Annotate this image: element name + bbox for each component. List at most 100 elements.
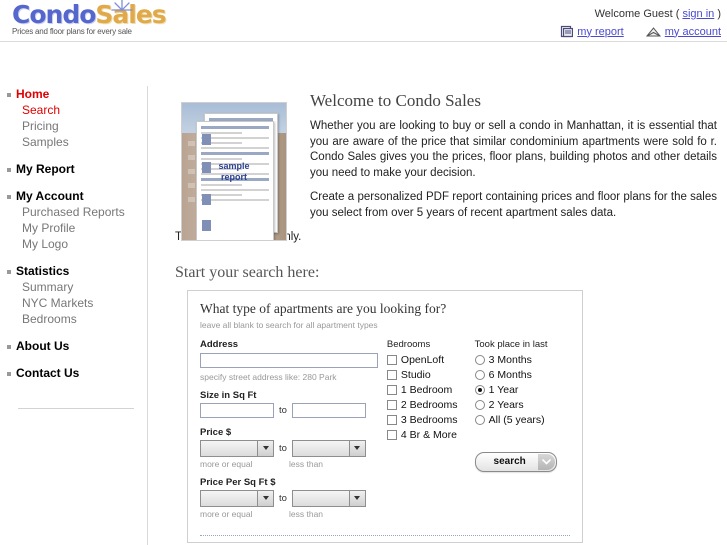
sidebar-group-my-account: My Account Purchased Reports My Profile My … <box>0 188 146 261</box>
bedroom-option-row[interactable]: 4 Br & More <box>386 428 475 441</box>
sidebar-item-summary[interactable]: Summary <box>0 279 146 295</box>
sidebar-item-my-profile[interactable]: My Profile <box>0 220 146 236</box>
checkbox-icon[interactable] <box>386 429 397 440</box>
sidebar-group-label: Contact Us <box>16 366 80 380</box>
bedroom-option-row[interactable]: 1 Bedroom <box>386 384 475 396</box>
checkbox-icon[interactable] <box>386 354 397 365</box>
search-button[interactable]: search <box>474 451 557 472</box>
sidebar-item-purchased-reports[interactable]: Purchased Reports <box>0 204 146 220</box>
sidebar-item-statistics[interactable]: Statistics <box>0 263 146 279</box>
sidebar-group-my-report: My Report <box>0 161 146 186</box>
my-account-link[interactable]: my account <box>665 26 721 38</box>
size-from-input[interactable] <box>200 402 274 418</box>
sample-report-caption: sample report <box>204 161 264 183</box>
sidebar-item-contact-us[interactable]: Contact Us <box>0 365 146 381</box>
account-links: my report my account <box>560 25 721 38</box>
bullet-icon <box>7 168 11 172</box>
size-to-input[interactable] <box>291 402 366 418</box>
ppsf-to-label: to <box>279 492 287 504</box>
bedroom-option-label: 4 Br & More <box>400 428 457 441</box>
sidebar-item-nyc-markets[interactable]: NYC Markets <box>0 295 146 311</box>
period-option-row[interactable]: 1 Year <box>474 383 570 396</box>
chevron-down-icon <box>257 440 273 456</box>
sidebar-group-about-us: About Us <box>0 338 146 363</box>
period-option-row[interactable]: All (5 years) <box>474 413 570 426</box>
sidebar-item-my-report[interactable]: My Report <box>0 161 146 177</box>
sidebar-item-pricing[interactable]: Pricing <box>0 118 146 134</box>
bedroom-option-row[interactable]: 3 Bedrooms <box>386 414 475 426</box>
price-to-select[interactable] <box>291 439 366 457</box>
sidebar-group-contact-us: Contact Us <box>0 365 146 390</box>
size-label: Size in Sq Ft <box>200 389 257 401</box>
sidebar-group-label: Statistics <box>16 264 70 278</box>
bedroom-option-row[interactable]: OpenLoft <box>386 354 475 366</box>
sample-report-image[interactable]: sample report <box>181 102 287 241</box>
sparkle-icon <box>111 0 133 11</box>
checkbox-icon[interactable] <box>386 399 397 410</box>
address-input[interactable] <box>200 352 378 368</box>
radio-icon[interactable] <box>474 399 485 410</box>
sidebar-group-statistics: Statistics Summary NYC Markets Bedrooms <box>0 263 146 336</box>
page-root: CondoSales Prices and floor plans for ev… <box>0 0 727 545</box>
ppsf-label: Price Per Sq Ft $ <box>200 476 276 488</box>
bedrooms-group: Bedrooms OpenLoft Studio 1 Bedroom 2 Bedroo… <box>386 339 475 527</box>
site-logo[interactable]: CondoSales Prices and floor plans for ev… <box>12 0 167 36</box>
ppsf-from-select[interactable] <box>200 489 274 507</box>
size-to-label: to <box>279 404 287 416</box>
sidebar-item-home[interactable]: Home <box>0 86 146 102</box>
period-option-row[interactable]: 6 Months <box>474 368 570 381</box>
header-divider <box>0 41 727 42</box>
period-option-label: 2 Years <box>488 398 524 411</box>
sidebar-group-label: My Report <box>16 162 75 176</box>
sidebar-item-bedrooms[interactable]: Bedrooms <box>0 311 146 327</box>
period-option-row[interactable]: 3 Months <box>474 354 570 366</box>
period-option-label: All (5 years) <box>488 413 545 426</box>
search-top-hint: leave all blank to search for all apartm… <box>200 319 378 330</box>
checkbox-icon[interactable] <box>386 384 397 395</box>
bedroom-option-label: 2 Bedrooms <box>400 398 458 411</box>
bullet-icon <box>7 270 11 274</box>
radio-icon[interactable] <box>474 354 485 365</box>
sidebar-item-my-account[interactable]: My Account <box>0 188 146 204</box>
bedroom-option-row[interactable]: Studio <box>386 369 475 381</box>
price-from-select[interactable] <box>200 439 274 457</box>
bedroom-option-row[interactable]: 2 Bedrooms <box>386 398 475 411</box>
radio-icon[interactable] <box>474 369 485 380</box>
page-header: CondoSales Prices and floor plans for ev… <box>0 0 727 42</box>
search-question: What type of apartments are you looking … <box>200 300 447 316</box>
radio-icon[interactable] <box>474 414 485 425</box>
sample-caption-line1: sample <box>218 161 250 171</box>
period-option-label: 1 Year <box>488 383 519 396</box>
welcome-suffix: ) <box>717 8 721 20</box>
address-hint: specify street address like: 280 Park <box>200 371 337 382</box>
ppsf-hint-right: less than <box>289 508 324 519</box>
sign-in-link[interactable]: sign in <box>682 8 714 20</box>
logo-text-condo: Condo <box>12 0 96 29</box>
ppsf-to-select[interactable] <box>291 489 366 507</box>
price-label: Price $ <box>200 426 232 438</box>
ppsf-hint-left: more or equal <box>200 508 253 519</box>
sidebar-item-search[interactable]: Search <box>0 102 146 118</box>
period-label: Took place in last <box>474 338 548 350</box>
period-group: Took place in last 3 Months 6 Months 1 Yea… <box>474 338 570 527</box>
sidebar-item-my-logo[interactable]: My Logo <box>0 236 146 252</box>
checkbox-icon[interactable] <box>386 369 397 380</box>
search-heading: Start your search here: <box>175 263 320 281</box>
my-report-link[interactable]: my report <box>577 26 623 38</box>
sidebar-group-label: My Account <box>16 189 84 203</box>
intro-block: sample report Welcome to Condo Sales Whe… <box>165 86 725 241</box>
search-button-wrap: search <box>474 451 570 472</box>
checkbox-icon[interactable] <box>386 414 397 425</box>
form-column-filters: Address specify street address like: 280… <box>200 339 387 527</box>
search-icon <box>537 453 555 470</box>
envelope-icon <box>645 26 661 36</box>
radio-icon[interactable] <box>474 384 485 395</box>
sidebar-item-samples[interactable]: Samples <box>0 134 146 150</box>
sidebar-item-about-us[interactable]: About Us <box>0 338 146 354</box>
main-content: sample report Welcome to Condo Sales Whe… <box>165 86 725 543</box>
form-bottom-divider <box>200 534 570 536</box>
period-option-label: 6 Months <box>488 368 532 381</box>
period-option-row[interactable]: 2 Years <box>474 398 570 411</box>
